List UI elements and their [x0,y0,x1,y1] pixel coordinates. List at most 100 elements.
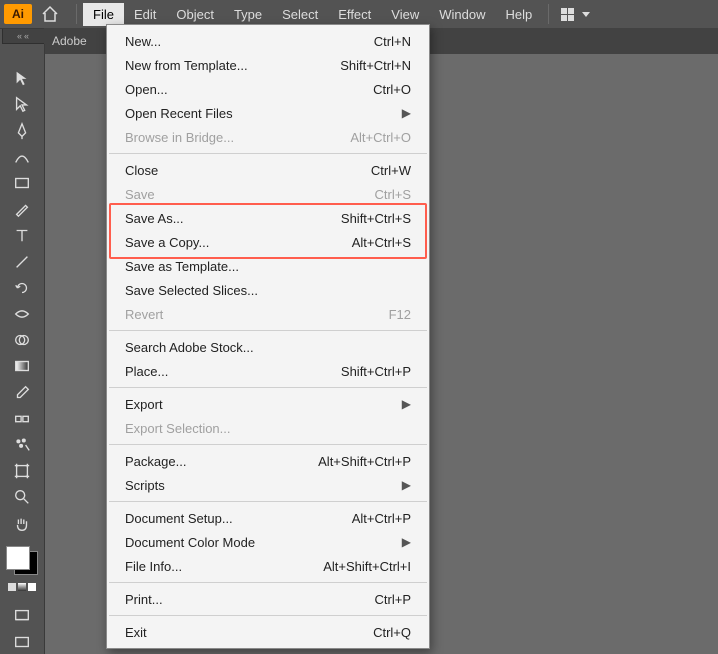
menu-item-shortcut: Ctrl+P [375,592,411,607]
menu-item-browse-in-bridge: Browse in Bridge...Alt+Ctrl+O [107,125,429,149]
menu-item-scripts[interactable]: Scripts▶ [107,473,429,497]
chevron-down-icon [582,12,590,17]
home-icon[interactable] [40,4,60,24]
menu-item-label: Export Selection... [125,421,231,436]
menu-item-shortcut: Ctrl+Q [373,625,411,640]
rotate-tool[interactable] [8,276,36,300]
app-logo: Ai [4,4,32,24]
fill-stroke-swatch[interactable] [6,546,38,576]
separator-icon [548,4,549,24]
menu-type[interactable]: Type [224,3,272,26]
menu-help[interactable]: Help [495,3,542,26]
curvature-tool[interactable] [8,145,36,169]
menu-item-export-selection: Export Selection... [107,416,429,440]
color-mode-gradient[interactable] [18,583,26,591]
color-mode-solid[interactable] [8,583,16,591]
screen-mode-tool[interactable] [8,603,36,627]
menu-item-label: Save a Copy... [125,235,209,250]
blend-tool[interactable] [8,407,36,431]
menu-item-print[interactable]: Print... Ctrl+P [107,587,429,611]
menu-item-save-as-template[interactable]: Save as Template... [107,254,429,278]
artboard-tool[interactable] [8,459,36,483]
menu-item-place[interactable]: Place... Shift+Ctrl+P [107,359,429,383]
menu-item-close[interactable]: Close Ctrl+W [107,158,429,182]
menu-separator [109,582,427,583]
menu-item-save-selected-slices[interactable]: Save Selected Slices... [107,278,429,302]
menu-item-label: Close [125,163,158,178]
menu-item-shortcut: Ctrl+O [373,82,411,97]
grid-icon [561,8,574,21]
menu-item-label: Package... [125,454,186,469]
menu-item-new[interactable]: New...Ctrl+N [107,29,429,53]
menu-item-document-setup[interactable]: Document Setup... Alt+Ctrl+P [107,506,429,530]
selection-tool[interactable] [8,66,36,90]
fill-color[interactable] [6,546,30,570]
menu-item-package[interactable]: Package...Alt+Shift+Ctrl+P [107,449,429,473]
menu-item-label: Save [125,187,155,202]
menu-separator [109,501,427,502]
menu-item-label: Revert [125,307,163,322]
menu-item-shortcut: Alt+Ctrl+P [352,511,411,526]
menu-item-label: Search Adobe Stock... [125,340,254,355]
width-tool[interactable] [8,302,36,326]
rectangle-tool[interactable] [8,171,36,195]
menu-item-open-recent-files[interactable]: Open Recent Files▶ [107,101,429,125]
document-tab[interactable]: Adobe [52,34,87,48]
menu-item-search-adobe-stock[interactable]: Search Adobe Stock... [107,335,429,359]
menu-edit[interactable]: Edit [124,3,166,26]
color-mode-none[interactable] [28,583,36,591]
color-mode-row [8,583,36,591]
menu-item-export[interactable]: Export ▶ [107,392,429,416]
double-arrow-icon: «« [17,31,31,41]
menu-separator [109,615,427,616]
type-tool[interactable] [8,223,36,247]
menu-item-label: Save As... [125,211,184,226]
menu-item-label: Place... [125,364,168,379]
menu-item-new-from-template[interactable]: New from Template...Shift+Ctrl+N [107,53,429,77]
tool-panel-collapse-tab[interactable]: «« [2,29,46,44]
menu-item-label: Open Recent Files [125,106,233,121]
submenu-arrow-icon: ▶ [402,535,411,549]
menu-item-label: Print... [125,592,163,607]
shape-builder-tool[interactable] [8,328,36,352]
menu-item-shortcut: Alt+Ctrl+O [350,130,411,145]
change-screen-mode-tool[interactable] [8,630,36,654]
hand-tool[interactable] [8,511,36,535]
menu-window[interactable]: Window [429,3,495,26]
menu-effect[interactable]: Effect [328,3,381,26]
menu-item-document-color-mode[interactable]: Document Color Mode ▶ [107,530,429,554]
gradient-tool[interactable] [8,354,36,378]
menu-item-label: Save as Template... [125,259,239,274]
menu-item-label: Document Setup... [125,511,233,526]
menu-item-shortcut: Ctrl+W [371,163,411,178]
zoom-tool[interactable] [8,485,36,509]
menu-item-revert: Revert F12 [107,302,429,326]
symbol-sprayer-tool[interactable] [8,433,36,457]
menu-item-exit[interactable]: ExitCtrl+Q [107,620,429,644]
submenu-arrow-icon: ▶ [402,397,411,411]
tools-panel [0,44,45,654]
menu-item-label: Export [125,397,163,412]
menu-item-open[interactable]: Open...Ctrl+O [107,77,429,101]
eyedropper-tool[interactable] [8,380,36,404]
file-menu-dropdown: New...Ctrl+NNew from Template...Shift+Ct… [106,24,430,649]
menu-object[interactable]: Object [166,3,224,26]
menu-view[interactable]: View [381,3,429,26]
line-tool[interactable] [8,249,36,273]
paintbrush-tool[interactable] [8,197,36,221]
menu-item-file-info[interactable]: File Info...Alt+Shift+Ctrl+I [107,554,429,578]
menu-item-save-a-copy[interactable]: Save a Copy... Alt+Ctrl+S [107,230,429,254]
menu-item-save: SaveCtrl+S [107,182,429,206]
menu-select[interactable]: Select [272,3,328,26]
workspace-switcher[interactable] [561,8,590,21]
menu-item-label: Document Color Mode [125,535,255,550]
menu-item-shortcut: Alt+Ctrl+S [352,235,411,250]
menu-item-label: New from Template... [125,58,248,73]
menu-item-shortcut: Alt+Shift+Ctrl+I [323,559,411,574]
menu-item-shortcut: F12 [389,307,411,322]
menu-file[interactable]: File [83,3,124,26]
menu-item-shortcut: Shift+Ctrl+P [341,364,411,379]
menu-item-save-as[interactable]: Save As...Shift+Ctrl+S [107,206,429,230]
direct-selection-tool[interactable] [8,92,36,116]
pen-tool[interactable] [8,118,36,142]
